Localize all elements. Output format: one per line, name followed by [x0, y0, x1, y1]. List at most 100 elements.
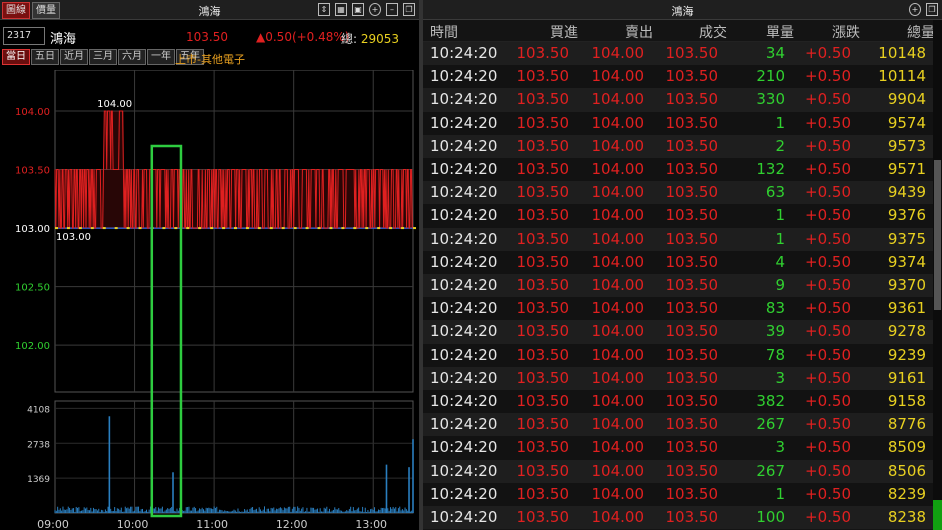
row-total: 9439 — [887, 183, 926, 202]
table-row[interactable]: 10:24:20 103.50 104.00 103.50 83 +0.50 9361 — [423, 297, 933, 321]
table-row[interactable]: 10:24:20 103.50 104.00 103.50 267 +0.50 8776 — [423, 413, 933, 437]
row-volume: 63 — [765, 183, 785, 202]
intraday-chart[interactable]: 09:00 10:00 11:00 12:00 13:00 104.00 103.50 103… — [0, 70, 419, 530]
stock-code-input[interactable]: 2317 — [3, 27, 45, 45]
price-tick-label: 104.00 — [15, 107, 50, 118]
row-change: +0.50 — [805, 461, 851, 480]
row-time: 10:24:20 — [430, 44, 498, 62]
row-deal: 103.50 — [665, 67, 719, 86]
grid-icon[interactable]: ▦ — [335, 3, 347, 16]
tick-titlebar: 鴻海 + ❐ — [423, 0, 942, 20]
row-change: +0.50 — [805, 44, 851, 62]
row-bid: 103.50 — [516, 461, 570, 480]
row-volume: 2 — [775, 136, 785, 155]
row-time: 10:24:20 — [430, 206, 498, 225]
row-volume: 3 — [775, 438, 785, 457]
table-row[interactable]: 10:24:20 103.50 104.00 103.50 3 +0.50 8509 — [423, 436, 933, 460]
row-volume: 132 — [756, 160, 785, 178]
row-ask: 104.00 — [591, 252, 645, 271]
save-icon[interactable]: ▣ — [352, 3, 364, 16]
row-bid: 103.50 — [516, 438, 570, 457]
period-3m[interactable]: 三月 — [89, 49, 117, 65]
table-row[interactable]: 10:24:20 103.50 104.00 103.50 1 +0.50 9375 — [423, 227, 933, 251]
row-time: 10:24:20 — [430, 299, 498, 318]
table-row[interactable]: 10:24:20 103.50 104.00 103.50 39 +0.50 9278 — [423, 320, 933, 344]
row-change: +0.50 — [805, 229, 851, 248]
row-time: 10:24:20 — [430, 229, 498, 248]
table-row[interactable]: 10:24:20 103.50 104.00 103.50 34 +0.50 10148 — [423, 42, 933, 66]
row-total: 9574 — [887, 113, 926, 132]
row-ask: 104.00 — [591, 90, 645, 109]
scrollbar-thumb[interactable] — [934, 160, 941, 310]
row-change: +0.50 — [805, 276, 851, 294]
scrollbar[interactable] — [933, 20, 942, 530]
row-total: 8506 — [887, 461, 926, 480]
table-row[interactable]: 10:24:20 103.50 104.00 103.50 1 +0.50 9574 — [423, 111, 933, 135]
tick-window-title: 鴻海 — [671, 5, 694, 18]
table-row[interactable]: 10:24:20 103.50 104.00 103.50 1 +0.50 8239 — [423, 482, 933, 506]
row-change: +0.50 — [805, 345, 851, 364]
row-bid: 103.50 — [516, 276, 570, 294]
row-bid: 103.50 — [516, 299, 570, 318]
row-bid: 103.50 — [516, 183, 570, 202]
row-volume: 267 — [756, 461, 785, 480]
period-5d[interactable]: 五日 — [31, 49, 59, 65]
table-row[interactable]: 10:24:20 103.50 104.00 103.50 63 +0.50 9439 — [423, 181, 933, 205]
price-tick-label: 103.00 — [15, 224, 50, 235]
row-volume: 1 — [775, 229, 785, 248]
plus-icon[interactable]: + — [369, 3, 381, 16]
price-change: ▲0.50(+0.48%) — [256, 30, 350, 44]
row-bid: 103.50 — [516, 113, 570, 132]
row-bid: 103.50 — [516, 90, 570, 109]
high-annotation: 104.00 — [97, 99, 132, 110]
arrows-icon[interactable]: ⇕ — [318, 3, 330, 16]
table-row[interactable]: 10:24:20 103.50 104.00 103.50 382 +0.50 9158 — [423, 390, 933, 414]
period-1m[interactable]: 近月 — [60, 49, 88, 65]
row-ask: 104.00 — [591, 322, 645, 341]
row-change: +0.50 — [805, 252, 851, 271]
minimize-icon[interactable]: – — [386, 3, 398, 16]
row-deal: 103.50 — [665, 252, 719, 271]
row-total: 8238 — [887, 508, 926, 526]
row-bid: 103.50 — [516, 392, 570, 410]
row-deal: 103.50 — [665, 438, 719, 457]
row-time: 10:24:20 — [430, 67, 498, 86]
table-row[interactable]: 10:24:20 103.50 104.00 103.50 267 +0.50 8506 — [423, 459, 933, 483]
table-row[interactable]: 10:24:20 103.50 104.00 103.50 3 +0.50 9161 — [423, 366, 933, 390]
time-tick-label: 11:00 — [196, 518, 228, 530]
row-time: 10:24:20 — [430, 322, 498, 341]
period-6m[interactable]: 六月 — [118, 49, 146, 65]
row-change: +0.50 — [805, 183, 851, 202]
period-tabs: 當日 五日 近月 三月 六月 一年 五年 — [2, 49, 204, 65]
table-row[interactable]: 10:24:20 103.50 104.00 103.50 330 +0.50 9904 — [423, 88, 933, 112]
row-bid: 103.50 — [516, 508, 570, 526]
table-row[interactable]: 10:24:20 103.50 104.00 103.50 132 +0.50 9571 — [423, 158, 933, 182]
table-row[interactable]: 10:24:20 103.50 104.00 103.50 4 +0.50 9374 — [423, 250, 933, 274]
restore-icon[interactable]: ❐ — [926, 3, 938, 16]
table-row[interactable]: 10:24:20 103.50 104.00 103.50 210 +0.50 10114 — [423, 65, 933, 89]
table-row[interactable]: 10:24:20 103.50 104.00 103.50 1 +0.50 9376 — [423, 204, 933, 228]
row-deal: 103.50 — [665, 206, 719, 225]
plus-icon[interactable]: + — [909, 3, 921, 16]
time-tick-label: 09:00 — [37, 518, 69, 530]
time-tick-label: 12:00 — [276, 518, 308, 530]
price-tick-label: 103.50 — [15, 166, 50, 177]
table-row[interactable]: 10:24:20 103.50 104.00 103.50 78 +0.50 9239 — [423, 343, 933, 367]
table-row[interactable]: 10:24:20 103.50 104.00 103.50 2 +0.50 9573 — [423, 134, 933, 158]
restore-icon[interactable]: ❐ — [403, 3, 415, 16]
row-change: +0.50 — [805, 67, 851, 86]
row-time: 10:24:20 — [430, 345, 498, 364]
period-today[interactable]: 當日 — [2, 49, 30, 65]
table-row[interactable]: 10:24:20 103.50 104.00 103.50 9 +0.50 9370 — [423, 274, 933, 298]
row-total: 9161 — [887, 368, 926, 387]
row-total: 9278 — [887, 322, 926, 341]
row-change: +0.50 — [805, 136, 851, 155]
chart-panel: 圖線 價量 鴻海 ⇕ ▦ ▣ + – ❐ 2317 鴻海 103.50 ▲0.5… — [0, 0, 419, 530]
row-bid: 103.50 — [516, 322, 570, 341]
row-deal: 103.50 — [665, 345, 719, 364]
row-total: 9370 — [887, 276, 926, 294]
row-ask: 104.00 — [591, 508, 645, 526]
table-row[interactable]: 10:24:20 103.50 104.00 103.50 100 +0.50 8238 — [423, 506, 933, 530]
header-change: 漲跌 — [832, 25, 860, 41]
period-1y[interactable]: 一年 — [147, 49, 175, 65]
